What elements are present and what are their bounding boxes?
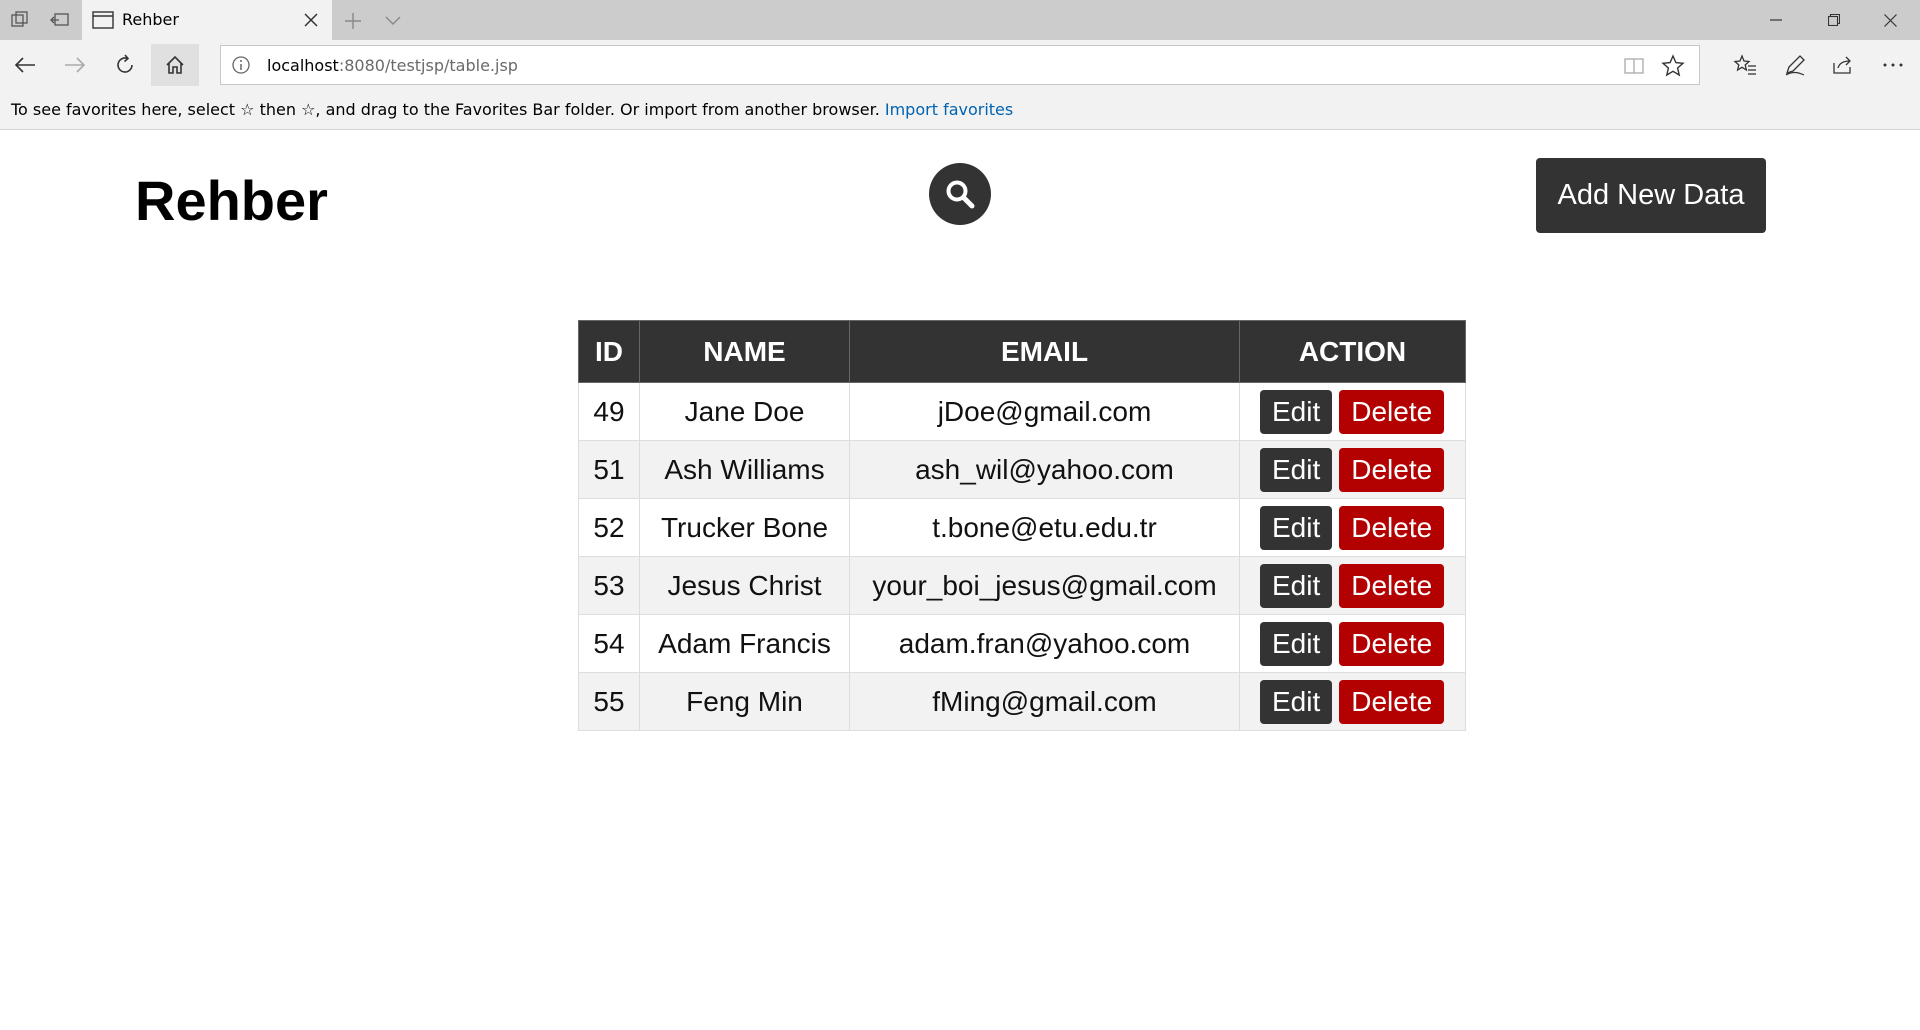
header-name: NAME [639, 320, 850, 383]
edit-button[interactable]: Edit [1260, 447, 1333, 492]
table-row: 55 Feng Min fMing@gmail.com Edit Delete [578, 672, 1466, 731]
minimize-icon[interactable] [1748, 0, 1804, 40]
window-close-icon[interactable] [1862, 0, 1918, 40]
info-icon[interactable] [231, 55, 251, 75]
chevron-down-icon[interactable] [380, 8, 406, 34]
cell-name: Ash Williams [639, 440, 850, 499]
action-group: Edit Delete [1240, 563, 1465, 608]
web-note-icon[interactable] [1778, 48, 1812, 82]
edit-button[interactable]: Edit [1260, 563, 1333, 608]
add-new-data-button[interactable]: Add New Data [1536, 158, 1766, 233]
table-row: 51 Ash Williams ash_wil@yahoo.com Edit De… [578, 440, 1466, 499]
cell-name: Feng Min [639, 672, 850, 731]
favorite-star-icon[interactable] [1661, 54, 1685, 78]
search-button[interactable] [929, 163, 991, 225]
home-icon[interactable] [151, 44, 199, 86]
favorites-hub-icon[interactable] [1728, 48, 1762, 82]
cell-id: 52 [578, 498, 640, 557]
cell-id: 55 [578, 672, 640, 731]
action-group: Edit Delete [1240, 389, 1465, 434]
cell-action: Edit Delete [1239, 498, 1466, 557]
cell-name: Trucker Bone [639, 498, 850, 557]
header-id: ID [578, 320, 640, 383]
delete-button[interactable]: Delete [1339, 505, 1445, 550]
edit-button[interactable]: Edit [1260, 389, 1333, 434]
import-favorites-link[interactable]: Import favorites [885, 100, 1013, 119]
cell-action: Edit Delete [1239, 440, 1466, 499]
cell-action: Edit Delete [1239, 614, 1466, 673]
cell-name: Jane Doe [639, 382, 850, 441]
share-icon[interactable] [1826, 48, 1860, 82]
delete-button[interactable]: Delete [1339, 563, 1445, 608]
table-row: 54 Adam Francis adam.fran@yahoo.com Edit… [578, 614, 1466, 673]
edit-button[interactable]: Edit [1260, 621, 1333, 666]
restore-icon[interactable] [1806, 0, 1862, 40]
action-group: Edit Delete [1240, 679, 1465, 724]
action-group: Edit Delete [1240, 505, 1465, 550]
action-group: Edit Delete [1240, 447, 1465, 492]
header-email: EMAIL [849, 320, 1240, 383]
tab-rehber[interactable]: Rehber [82, 0, 332, 41]
cell-id: 51 [578, 440, 640, 499]
cell-email: your_boi_jesus@gmail.com [849, 556, 1240, 615]
favorites-hint: To see favorites here, select ☆ then ☆, … [11, 100, 880, 119]
edit-button[interactable]: Edit [1260, 505, 1333, 550]
navigation-bar: localhost:8080/testjsp/table.jsp [0, 40, 1920, 90]
cell-email: jDoe@gmail.com [849, 382, 1240, 441]
tab-preview-icon[interactable] [8, 8, 32, 32]
cell-email: adam.fran@yahoo.com [849, 614, 1240, 673]
edit-button[interactable]: Edit [1260, 679, 1333, 724]
search-icon [946, 180, 975, 209]
forward-icon[interactable] [51, 44, 99, 86]
set-tabs-aside-icon[interactable] [48, 8, 72, 32]
page-title: Rehber [135, 169, 328, 232]
more-options-icon[interactable] [1876, 48, 1910, 82]
refresh-icon[interactable] [101, 44, 149, 86]
tab-close-icon[interactable] [300, 9, 322, 31]
table-header-row: ID NAME EMAIL ACTION [578, 320, 1466, 383]
cell-id: 53 [578, 556, 640, 615]
new-tab-icon[interactable] [340, 8, 366, 34]
tab-title: Rehber [122, 10, 179, 29]
action-group: Edit Delete [1240, 621, 1465, 666]
cell-name: Jesus Christ [639, 556, 850, 615]
cell-email: t.bone@etu.edu.tr [849, 498, 1240, 557]
cell-id: 49 [578, 382, 640, 441]
cell-name: Adam Francis [639, 614, 850, 673]
header-action: ACTION [1239, 320, 1466, 383]
cell-action: Edit Delete [1239, 382, 1466, 441]
cell-email: ash_wil@yahoo.com [849, 440, 1240, 499]
reading-view-icon[interactable] [1623, 55, 1645, 77]
cell-action: Edit Delete [1239, 556, 1466, 615]
delete-button[interactable]: Delete [1339, 679, 1445, 724]
cell-id: 54 [578, 614, 640, 673]
url-host: localhost [267, 56, 339, 75]
delete-button[interactable]: Delete [1339, 447, 1445, 492]
table-row: 53 Jesus Christ your_boi_jesus@gmail.com… [578, 556, 1466, 615]
page-icon [92, 11, 114, 29]
table-row: 49 Jane Doe jDoe@gmail.com Edit Delete [578, 382, 1466, 441]
cell-action: Edit Delete [1239, 672, 1466, 731]
address-bar[interactable]: localhost:8080/testjsp/table.jsp [220, 45, 1700, 85]
favorites-bar-text: To see favorites here, select ☆ then ☆, … [11, 100, 1013, 119]
delete-button[interactable]: Delete [1339, 389, 1445, 434]
contacts-table: ID NAME EMAIL ACTION 49 Jane Doe jDoe@gm… [578, 320, 1466, 731]
delete-button[interactable]: Delete [1339, 621, 1445, 666]
url-text[interactable]: localhost:8080/testjsp/table.jsp [267, 56, 518, 75]
back-icon[interactable] [1, 44, 49, 86]
tab-strip: Rehber [0, 0, 1920, 41]
cell-email: fMing@gmail.com [849, 672, 1240, 731]
table-row: 52 Trucker Bone t.bone@etu.edu.tr Edit De… [578, 498, 1466, 557]
favorites-bar: To see favorites here, select ☆ then ☆, … [0, 90, 1920, 130]
url-path: :8080/testjsp/table.jsp [338, 56, 518, 75]
